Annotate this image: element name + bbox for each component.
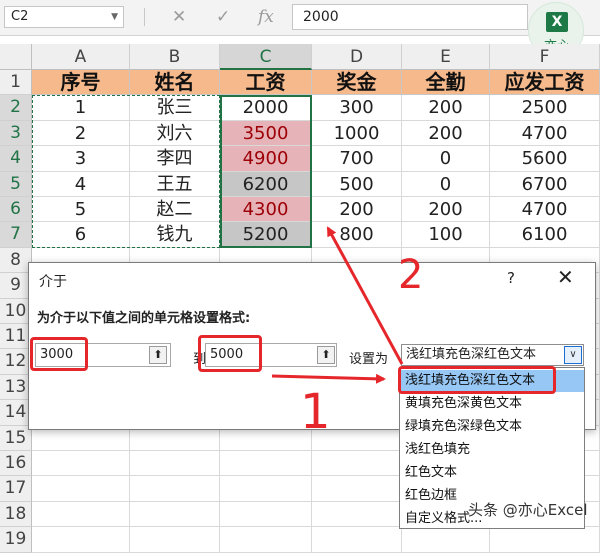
step-number-1: 1 [300, 384, 331, 440]
arrow-step-1 [271, 373, 386, 384]
arrow-step-2 [326, 226, 404, 365]
step-number-2: 2 [398, 252, 424, 298]
watermark-text: 头条 @亦心Excel [468, 501, 588, 519]
annotation-arrows [271, 226, 404, 384]
